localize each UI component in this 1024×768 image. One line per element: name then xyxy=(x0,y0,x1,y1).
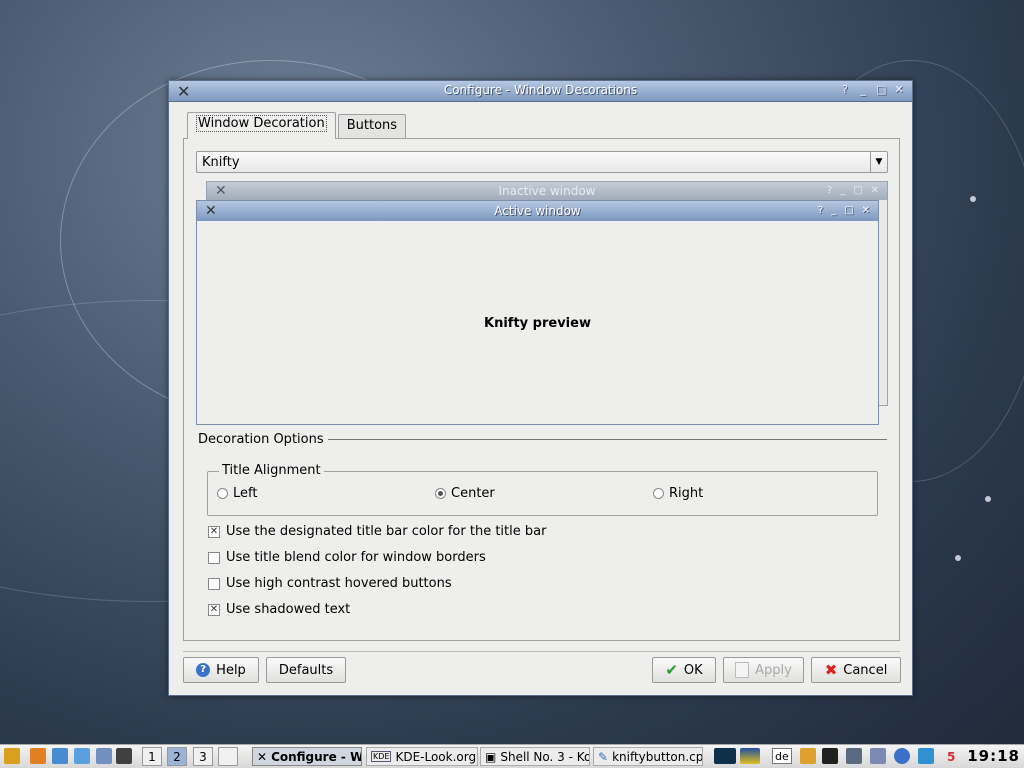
preview-maximize-icon: □ xyxy=(844,205,854,216)
tab-buttons[interactable]: Buttons xyxy=(337,114,407,139)
dialog-titlebar[interactable]: ✕ Configure - Window Decorations ? _ □ ✕ xyxy=(169,81,912,102)
window-x-icon: ✕ xyxy=(257,749,268,764)
preview-help-icon: ? xyxy=(826,185,833,196)
help-icon[interactable]: ? xyxy=(840,83,850,96)
preview-minimize-icon: _ xyxy=(831,205,837,216)
network-icon[interactable] xyxy=(870,748,886,764)
apply-icon xyxy=(735,662,750,678)
defaults-button[interactable]: Defaults xyxy=(266,657,346,683)
volume-icon[interactable] xyxy=(846,748,862,764)
inactive-preview-buttons: ? _ □ ✕ xyxy=(827,182,879,200)
notification-badge[interactable]: 5 xyxy=(943,747,959,766)
editor-icon: ✎ xyxy=(598,749,609,764)
ok-button[interactable]: ✔ OK xyxy=(652,657,716,683)
radio-indicator[interactable] xyxy=(653,488,664,499)
radio-align-left[interactable]: Left xyxy=(217,486,257,501)
dialog-title: Configure - Window Decorations xyxy=(443,83,638,97)
checkbox-indicator[interactable] xyxy=(208,551,220,564)
preview-close-icon: ✕ xyxy=(870,185,879,196)
title-alignment-group: Title Alignment Left Center Right xyxy=(207,463,878,516)
checkbox-high-contrast[interactable]: Use high contrast hovered buttons xyxy=(208,576,452,591)
taskbar: 1 2 3 ✕ Configure - W KDE KDE-Look.org -… xyxy=(0,744,1024,768)
keyboard-layout-indicator[interactable]: de xyxy=(772,748,792,764)
checkbox-blend-color[interactable]: Use title blend color for window borders xyxy=(208,550,486,565)
cancel-button[interactable]: ✖ Cancel xyxy=(811,657,901,683)
help-icon: ? xyxy=(196,663,211,677)
klipper-icon[interactable] xyxy=(740,748,760,764)
inactive-menu-icon: ✕ xyxy=(215,183,227,199)
help-center-icon[interactable] xyxy=(96,748,112,764)
inactive-preview-titlebar: ✕ Inactive window ? _ □ ✕ xyxy=(207,182,887,200)
chevron-down-icon[interactable]: ▼ xyxy=(870,152,887,172)
radio-align-center[interactable]: Center xyxy=(435,486,495,501)
desktop-1[interactable]: 1 xyxy=(142,747,162,766)
pager-thumbnail-icon[interactable] xyxy=(714,748,736,764)
tab-bar: Window Decoration Buttons xyxy=(187,112,408,139)
terminal-icon[interactable] xyxy=(116,748,132,764)
maximize-icon[interactable]: □ xyxy=(876,83,886,96)
home-folder-icon[interactable] xyxy=(52,748,68,764)
checkbox-indicator[interactable]: ✕ xyxy=(208,525,220,538)
apply-button[interactable]: Apply xyxy=(723,657,804,683)
close-icon[interactable]: ✕ xyxy=(894,83,904,96)
button-separator xyxy=(183,651,900,652)
preview-maximize-icon: □ xyxy=(853,185,863,196)
active-window-preview: ✕ Active window ? _ □ ✕ Knifty preview xyxy=(196,200,879,425)
active-menu-icon: ✕ xyxy=(205,203,217,219)
clock[interactable]: 19:18 xyxy=(967,747,1020,765)
kde-look-icon: KDE xyxy=(371,751,392,762)
decoration-select-value: Knifty xyxy=(202,155,240,170)
desktop-2[interactable]: 2 xyxy=(167,747,187,766)
tab-panel: Knifty ▼ ✕ Inactive window ? _ □ ✕ ✕ Act… xyxy=(183,138,900,641)
task-configure[interactable]: ✕ Configure - W xyxy=(252,747,362,766)
radio-indicator[interactable] xyxy=(217,488,228,499)
preview-content-label: Knifty preview xyxy=(484,316,591,331)
decoration-select[interactable]: Knifty ▼ xyxy=(196,151,888,173)
radio-indicator[interactable] xyxy=(435,488,446,499)
preview-minimize-icon: _ xyxy=(840,185,846,196)
help-button[interactable]: ? Help xyxy=(183,657,259,683)
cancel-icon: ✖ xyxy=(824,661,838,679)
kde-menu-icon[interactable] xyxy=(4,748,20,764)
title-alignment-legend: Title Alignment xyxy=(219,463,324,478)
browser-icon[interactable] xyxy=(74,748,90,764)
task-shell[interactable]: ▣ Shell No. 3 - Ko xyxy=(480,747,590,766)
active-preview-titlebar: ✕ Active window ? _ □ ✕ xyxy=(197,201,878,221)
checkbox-titlebar-color[interactable]: ✕ Use the designated title bar color for… xyxy=(208,524,546,539)
configure-dialog: ✕ Configure - Window Decorations ? _ □ ✕… xyxy=(168,80,913,696)
desktop-4[interactable] xyxy=(218,747,238,766)
minimize-icon[interactable]: _ xyxy=(858,83,868,96)
checkbox-shadowed-text[interactable]: ✕ Use shadowed text xyxy=(208,602,350,617)
terminal-icon: ▣ xyxy=(485,749,497,764)
task-kde-look[interactable]: KDE KDE-Look.org - Ko xyxy=(366,747,478,766)
bluetooth-icon[interactable] xyxy=(918,748,934,764)
decoration-options-title: Decoration Options xyxy=(198,432,328,447)
active-preview-buttons: ? _ □ ✕ xyxy=(818,201,870,221)
active-preview-title: Active window xyxy=(494,204,581,218)
checkmark-icon: ✔ xyxy=(665,661,678,679)
checkbox-indicator[interactable]: ✕ xyxy=(208,603,220,616)
preview-help-icon: ? xyxy=(817,205,824,216)
preview-close-icon: ✕ xyxy=(861,205,870,216)
checkbox-indicator[interactable] xyxy=(208,577,220,590)
task-kniftybutton[interactable]: ✎ kniftybutton.cpp xyxy=(593,747,703,766)
radio-align-right[interactable]: Right xyxy=(653,486,703,501)
quick-launch-icon[interactable] xyxy=(30,748,46,764)
desktop-3[interactable]: 3 xyxy=(193,747,213,766)
update-icon[interactable] xyxy=(894,748,910,764)
storage-icon[interactable] xyxy=(822,748,838,764)
tab-window-decoration[interactable]: Window Decoration xyxy=(187,112,336,139)
korganizer-icon[interactable] xyxy=(800,748,816,764)
inactive-preview-title: Inactive window xyxy=(498,184,596,198)
